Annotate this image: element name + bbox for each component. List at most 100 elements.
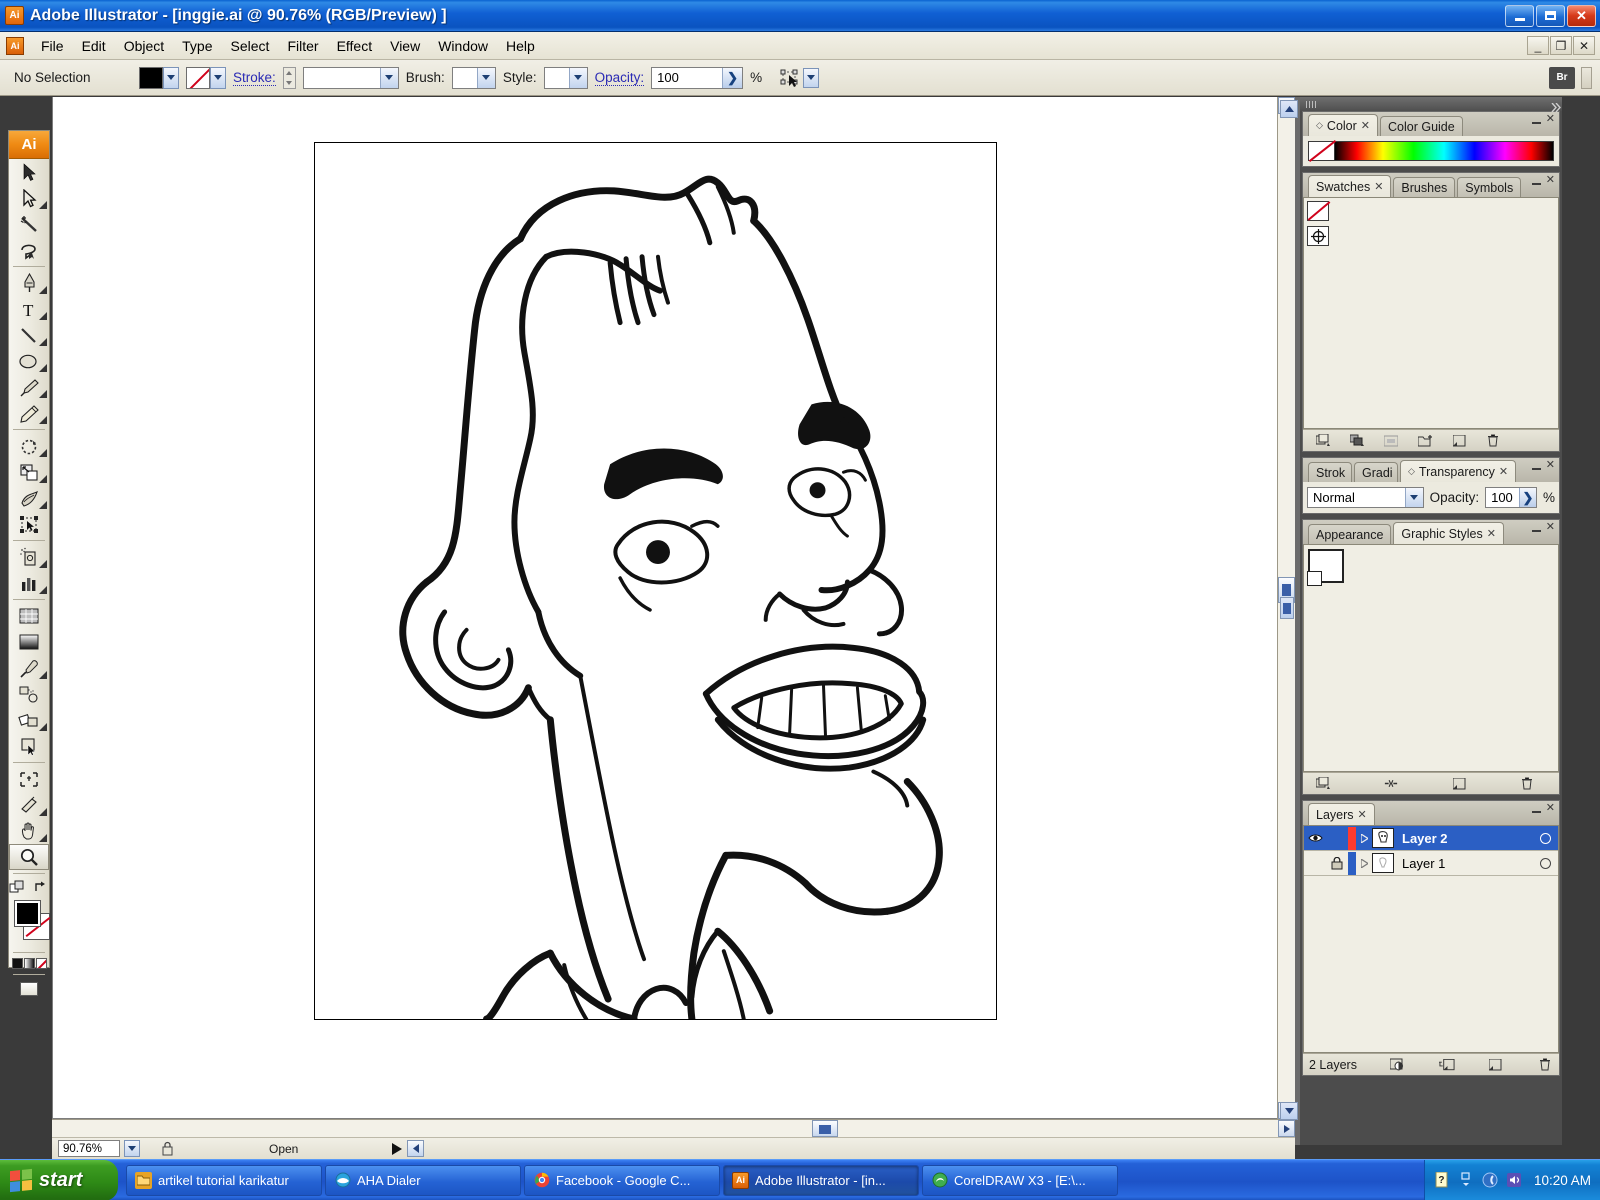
color-panel-close-icon[interactable]: ✕ xyxy=(1546,115,1555,124)
tab-graphic-styles[interactable]: Graphic Styles ✕ xyxy=(1393,522,1504,544)
opacity-value[interactable]: 100 xyxy=(652,68,722,88)
layer-expand-triangle-icon[interactable] xyxy=(1356,859,1372,868)
status-message[interactable]: Open xyxy=(269,1142,298,1156)
color-spectrum-ramp[interactable] xyxy=(1308,141,1554,161)
create-new-layer-icon[interactable] xyxy=(1488,1058,1504,1072)
swatches-panel-close-icon[interactable]: ✕ xyxy=(1546,176,1555,185)
blend-tool[interactable] xyxy=(9,681,49,707)
tab-color-guide[interactable]: Color Guide xyxy=(1380,116,1463,136)
symbol-sprayer-tool[interactable] xyxy=(9,544,49,570)
selection-tool[interactable] xyxy=(9,159,49,185)
swatches-list[interactable] xyxy=(1303,197,1559,429)
document-minimize-button[interactable]: _ xyxy=(1527,36,1549,55)
stroke-color-control[interactable] xyxy=(186,67,226,89)
style-value[interactable] xyxy=(545,68,569,88)
create-new-sublayer-icon[interactable] xyxy=(1439,1058,1455,1072)
transparency-opacity-value[interactable]: 100 xyxy=(1486,488,1519,507)
tab-swatches-close-icon[interactable]: ✕ xyxy=(1374,180,1383,193)
menu-type[interactable]: Type xyxy=(173,35,221,57)
start-button[interactable]: start xyxy=(0,1160,118,1200)
transparency-opacity-field[interactable]: 100 ❯ xyxy=(1485,487,1537,508)
opacity-slider-arrow-icon[interactable]: ❯ xyxy=(722,68,742,88)
menu-window[interactable]: Window xyxy=(429,35,497,57)
layer-target-indicator[interactable] xyxy=(1532,833,1558,844)
transform-options-control[interactable] xyxy=(779,68,819,88)
swatch-libraries-menu-icon[interactable] xyxy=(1315,434,1331,448)
taskbar-clock[interactable]: 10:20 AM xyxy=(1534,1173,1591,1188)
document-restore-button[interactable]: ❐ xyxy=(1550,36,1572,55)
ellipse-tool[interactable] xyxy=(9,348,49,374)
transform-options-dropdown-icon[interactable] xyxy=(803,68,819,88)
color-spectrum-bar[interactable] xyxy=(1335,142,1553,160)
default-fill-stroke-icon[interactable] xyxy=(9,880,25,894)
help-icon[interactable]: ? xyxy=(1434,1172,1450,1188)
zoom-level-dropdown-icon[interactable] xyxy=(124,1140,140,1157)
fill-color-swatch[interactable] xyxy=(139,67,163,89)
swap-fill-stroke-icon[interactable] xyxy=(33,880,49,894)
volume-icon[interactable] xyxy=(1506,1172,1522,1188)
tab-color-close-icon[interactable]: ✕ xyxy=(1361,119,1370,132)
stroke-weight-increase-icon[interactable] xyxy=(284,68,295,78)
stroke-color-swatch[interactable] xyxy=(186,67,210,89)
show-hidden-icons-icon[interactable] xyxy=(1458,1172,1474,1188)
tab-transparency-close-icon[interactable]: ✕ xyxy=(1499,465,1508,478)
swatches-panel-minimize-icon[interactable] xyxy=(1532,176,1541,185)
opacity-field[interactable]: 100 ❯ xyxy=(651,67,743,89)
dock-scroll-up-icon[interactable] xyxy=(1280,100,1298,118)
screen-mode-buttons[interactable] xyxy=(9,978,49,1000)
none-mode-button[interactable] xyxy=(36,958,47,969)
tab-layers-close-icon[interactable]: ✕ xyxy=(1358,808,1367,821)
brush-combo[interactable] xyxy=(452,67,496,89)
menu-file[interactable]: File xyxy=(32,35,73,57)
make-clipping-mask-icon[interactable] xyxy=(1390,1058,1406,1072)
color-mode-button[interactable] xyxy=(12,958,23,969)
layers-list[interactable]: Layer 2 Layer 1 xyxy=(1303,825,1559,1053)
gradient-tool[interactable] xyxy=(9,629,49,655)
stroke-weight-decrease-icon[interactable] xyxy=(284,78,295,88)
window-restore-button[interactable] xyxy=(1536,5,1565,27)
opacity-label[interactable]: Opacity: xyxy=(595,70,645,86)
dock-grip-bar[interactable] xyxy=(1300,97,1562,111)
rotate-tool[interactable] xyxy=(9,433,49,459)
layer-expand-triangle-icon[interactable] xyxy=(1356,834,1372,843)
pencil-tool[interactable] xyxy=(9,400,49,426)
direct-selection-tool[interactable] xyxy=(9,185,49,211)
delete-selection-icon[interactable] xyxy=(1537,1058,1553,1072)
stroke-weight-combo[interactable] xyxy=(303,67,399,89)
taskbar-item-facebook-google-chrome[interactable]: Facebook - Google C... xyxy=(524,1165,720,1196)
status-prev-arrow-icon[interactable] xyxy=(407,1140,424,1157)
menu-help[interactable]: Help xyxy=(497,35,544,57)
menu-select[interactable]: Select xyxy=(222,35,279,57)
scale-tool[interactable] xyxy=(9,459,49,485)
layers-panel-close-icon[interactable]: ✕ xyxy=(1546,804,1555,813)
artboard[interactable] xyxy=(314,142,997,1020)
stroke-weight-dropdown-icon[interactable] xyxy=(380,68,398,88)
document-close-button[interactable]: ✕ xyxy=(1573,36,1595,55)
fill-and-stroke-indicator[interactable] xyxy=(9,897,49,949)
line-segment-tool[interactable] xyxy=(9,322,49,348)
layer-target-indicator[interactable] xyxy=(1532,858,1558,869)
swatch-registration[interactable] xyxy=(1307,226,1329,246)
mesh-tool[interactable] xyxy=(9,603,49,629)
pen-tool[interactable] xyxy=(9,270,49,296)
stroke-weight-value[interactable] xyxy=(304,68,380,88)
show-swatch-kinds-menu-icon[interactable] xyxy=(1349,434,1365,448)
blend-mode-dropdown-icon[interactable] xyxy=(1405,488,1423,507)
dock-panel-toggle-icon[interactable] xyxy=(1280,597,1294,619)
graphic-styles-panel-close-icon[interactable]: ✕ xyxy=(1546,523,1555,532)
scroll-right-arrow-icon[interactable] xyxy=(1278,1120,1295,1137)
fill-color-control[interactable] xyxy=(139,67,179,89)
menu-view[interactable]: View xyxy=(381,35,429,57)
taskbar-item-aha-dialer[interactable]: AHA Dialer xyxy=(325,1165,521,1196)
tab-swatches[interactable]: Swatches ✕ xyxy=(1308,175,1391,197)
delete-graphic-style-icon[interactable] xyxy=(1519,777,1535,791)
slice-tool[interactable] xyxy=(9,792,49,818)
menu-object[interactable]: Object xyxy=(115,35,173,57)
dock-scroll-down-icon[interactable] xyxy=(1280,1102,1298,1120)
menu-edit[interactable]: Edit xyxy=(73,35,115,57)
artboard-navigation-icon[interactable] xyxy=(160,1141,175,1157)
window-minimize-button[interactable] xyxy=(1505,5,1534,27)
break-link-to-style-icon[interactable] xyxy=(1383,777,1399,791)
hand-tool[interactable] xyxy=(9,818,49,844)
taskbar-item-adobe-illustrator[interactable]: Ai Adobe Illustrator - [in... xyxy=(723,1165,919,1196)
